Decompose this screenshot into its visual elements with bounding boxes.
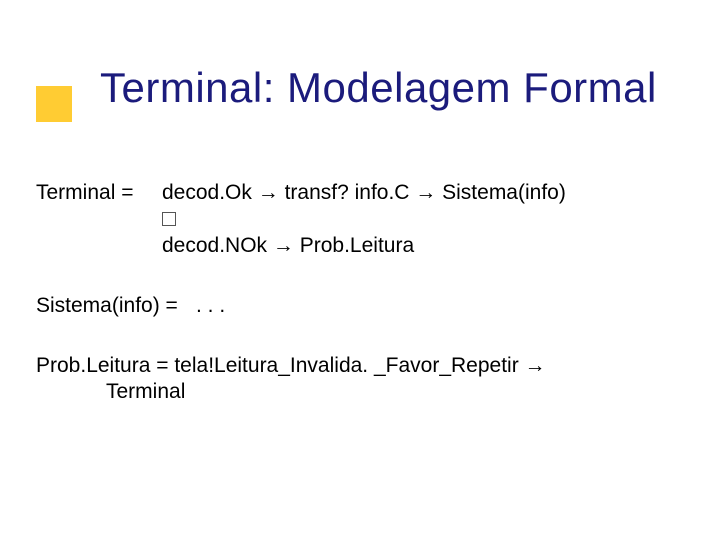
def-terminal-lhs: Terminal = xyxy=(36,180,162,206)
arrow-icon: → xyxy=(258,181,279,204)
text: decod.NOk xyxy=(162,234,273,257)
slide-body: Terminal = decod.Ok → transf? info.C → S… xyxy=(36,180,684,440)
def-sistema: Sistema(info) = . . . xyxy=(36,293,684,319)
arrow-icon: → xyxy=(525,354,546,377)
slide: Terminal: Modelagem Formal Terminal = de… xyxy=(0,0,720,540)
def-terminal: Terminal = decod.Ok → transf? info.C → S… xyxy=(36,180,684,259)
arrow-icon: → xyxy=(273,234,294,257)
def-sistema-lhs: Sistema(info) = xyxy=(36,293,196,319)
accent-square xyxy=(36,86,72,122)
def-probleitura-cont: Terminal xyxy=(106,379,684,405)
text: Prob.Leitura xyxy=(294,234,414,257)
text: transf? info.C xyxy=(279,181,416,204)
slide-title: Terminal: Modelagem Formal xyxy=(100,64,657,112)
def-terminal-rhs: decod.Ok → transf? info.C → Sistema(info… xyxy=(162,180,684,259)
arrow-icon: → xyxy=(415,181,436,204)
choice-box-icon xyxy=(162,212,176,226)
text: Sistema(info) xyxy=(436,181,566,204)
text: Prob.Leitura = tela!Leitura_Invalida. _F… xyxy=(36,354,525,377)
def-sistema-rhs: . . . xyxy=(196,293,684,319)
def-probleitura: Prob.Leitura = tela!Leitura_Invalida. _F… xyxy=(36,353,684,406)
text: decod.Ok xyxy=(162,181,258,204)
